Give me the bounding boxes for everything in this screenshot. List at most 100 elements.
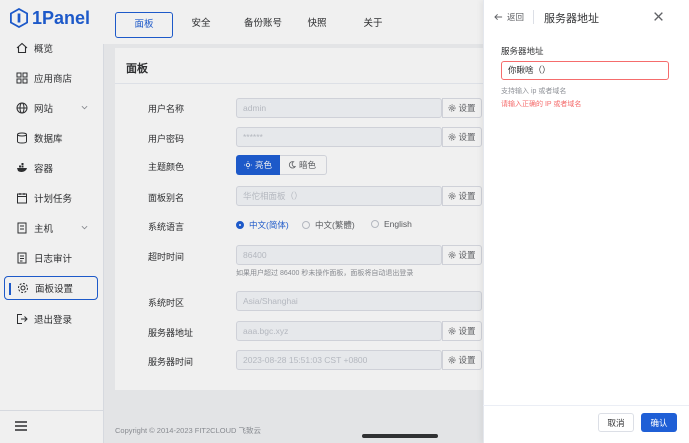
timeout-hint: 如果用户超过 86400 秒未操作面板，面板将自动退出登录 [236,270,414,277]
sidebar: 1Panel 概览 应用商店 网站 数据库 容器 计划任务 主机 日志审计 面板… [0,0,104,443]
radio-dot [371,220,379,228]
menu-collapse-icon[interactable] [14,420,28,432]
footer-copyright: Copyright © 2014-2023 FIT2CLOUD 飞致云 [115,426,261,435]
log-icon [17,252,27,264]
sidebar-item-label: 退出登录 [34,315,73,326]
sidebar-item-logout[interactable]: 退出登录 [4,307,98,331]
theme-dark-button[interactable]: 暗色 [280,155,327,175]
moon-icon [288,161,296,169]
set-label: 设置 [458,326,476,336]
apps-icon [16,72,28,84]
logout-icon [17,314,28,324]
drawer-title: 服务器地址 [544,13,599,25]
chevron-down-icon [81,225,88,230]
back-label: 返回 [507,12,525,22]
password-set-button[interactable]: 设置 [442,127,482,147]
calendar-icon [17,193,27,204]
drawer-footer-divider [483,405,689,406]
sidebar-item-label: 面板设置 [35,284,74,295]
username-field[interactable]: admin [236,98,442,118]
server-address-label: 服务器地址 [148,328,194,338]
gear-icon [449,192,456,200]
server-address-help-text: 支持输入 ip 或者域名 [501,88,567,95]
timezone-label: 系统时区 [148,298,185,308]
cancel-button[interactable]: 取消 [598,413,634,432]
confirm-button[interactable]: 确认 [641,413,677,432]
theme-dark-label: 暗色 [299,160,317,170]
arrow-left-icon [494,13,503,21]
set-label: 设置 [458,250,476,260]
sidebar-item-container[interactable]: 容器 [4,156,98,180]
server-address-error-text: 请输入正确的 IP 或者域名 [501,101,582,108]
sidebar-item-label: 容器 [34,164,54,175]
1panel-logo-icon [10,8,28,28]
sidebar-item-panel-settings[interactable]: 面板设置 [4,276,98,300]
back-button[interactable]: 返回 [494,11,524,23]
host-icon [17,222,27,234]
gear-icon [449,104,456,112]
username-set-button[interactable]: 设置 [442,98,482,118]
language-option-zh-tw[interactable]: 中文(繁體) [302,219,355,231]
sidebar-item-host[interactable]: 主机 [4,216,98,240]
server-address-set-button[interactable]: 设置 [442,321,482,341]
language-option-label: 中文(简体) [249,220,289,230]
radio-dot [236,221,244,229]
tab-about[interactable]: 关于 [357,12,389,36]
sidebar-item-label: 网站 [34,104,54,115]
sidebar-item-overview[interactable]: 概览 [4,36,98,60]
tab-panel[interactable]: 面板 [115,12,173,38]
globe-icon [16,102,28,114]
set-label: 设置 [458,355,476,365]
gear-icon [18,283,28,293]
sidebar-item-cron[interactable]: 计划任务 [4,186,98,210]
theme-light-label: 亮色 [255,160,273,170]
docker-icon [17,163,27,172]
timezone-field: Asia/Shanghai [236,291,482,311]
alias-set-button[interactable]: 设置 [442,186,482,206]
app-logo[interactable]: 1Panel [10,7,90,29]
tab-security[interactable]: 安全 [183,12,219,36]
timeout-field[interactable]: 86400 [236,245,442,265]
sun-icon [244,161,252,169]
sidebar-item-label: 概览 [34,44,54,55]
server-address-input[interactable]: 你瞅啥（） [501,61,669,80]
server-address-field[interactable]: aaa.bgc.xyz [236,321,442,341]
server-time-set-button[interactable]: 设置 [442,350,482,370]
alias-label: 面板别名 [148,193,185,203]
server-time-field: 2023-08-28 15:51:03 CST +0800 [236,350,442,370]
page-title: 面板 [126,63,148,75]
server-time-label: 服务器时间 [148,357,194,367]
gear-icon [449,133,456,141]
sidebar-item-label: 数据库 [34,134,63,145]
set-label: 设置 [458,103,476,113]
home-icon [16,42,28,54]
app-logo-text: 1Panel [32,7,91,28]
card-divider [115,83,483,84]
close-icon[interactable] [653,11,664,22]
server-address-input-label: 服务器地址 [501,46,544,56]
sidebar-item-app-store[interactable]: 应用商店 [4,66,98,90]
password-field[interactable]: ****** [236,127,442,147]
language-option-zh-cn[interactable]: 中文(简体) [236,219,289,231]
sidebar-item-database[interactable]: 数据库 [4,126,98,150]
sidebar-item-audit-log[interactable]: 日志审计 [4,246,98,270]
theme-light-button[interactable]: 亮色 [236,155,280,175]
gear-icon [449,327,456,335]
home-indicator [362,434,438,438]
language-option-en[interactable]: English [371,219,412,229]
language-option-label: 中文(繁體) [315,220,355,230]
theme-label: 主题颜色 [148,162,185,172]
alias-field[interactable]: 华佗相面板（） [236,186,442,206]
timeout-set-button[interactable]: 设置 [442,245,482,265]
language-label: 系统语言 [148,222,185,232]
sidebar-item-label: 日志审计 [34,254,73,265]
header-divider [533,10,534,24]
tab-snapshot[interactable]: 快照 [301,12,333,36]
settings-tabs: 面板 安全 备份账号 快照 关于 [103,0,483,44]
database-icon [17,132,27,144]
tab-backup-account[interactable]: 备份账号 [233,12,293,36]
sidebar-item-website[interactable]: 网站 [4,96,98,120]
set-label: 设置 [458,191,476,201]
timeout-label: 超时时间 [148,252,185,262]
gear-icon [449,356,456,364]
